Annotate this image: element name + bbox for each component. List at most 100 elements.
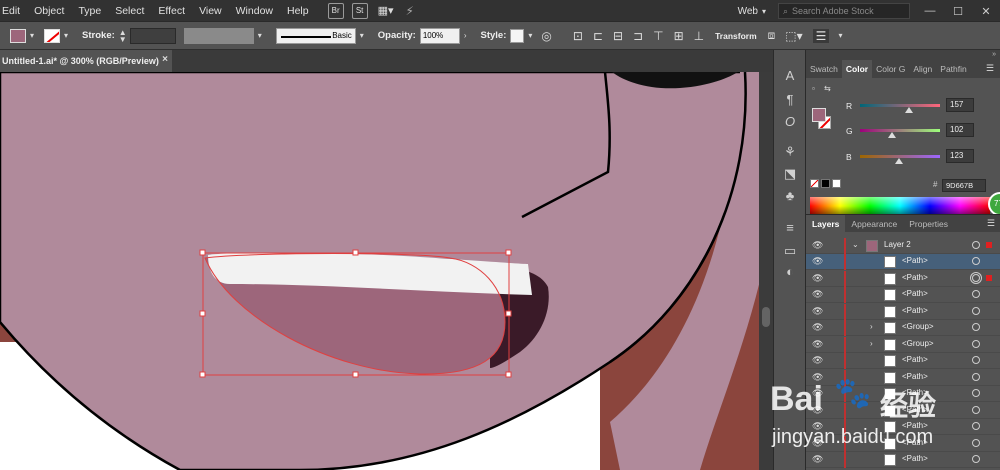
stroke-swatch[interactable] <box>44 28 61 43</box>
layer-name[interactable]: <Path> <box>902 306 928 315</box>
visibility-eye-icon[interactable]: 👁 <box>812 289 823 300</box>
layer-name[interactable]: <Path> <box>902 355 928 364</box>
visibility-eye-icon[interactable]: 👁 <box>812 388 823 399</box>
none-quick-swatch[interactable] <box>810 179 819 188</box>
visibility-eye-icon[interactable]: 👁 <box>812 454 823 465</box>
stock-button[interactable]: St <box>351 2 368 19</box>
color-panel-menu-icon[interactable]: ☰ <box>986 63 994 74</box>
black-quick-swatch[interactable] <box>821 179 830 188</box>
layer-name[interactable]: <Path> <box>902 421 928 430</box>
stroke-dropdown-icon[interactable]: ▾ <box>64 31 68 40</box>
target-circle-icon[interactable] <box>972 257 980 265</box>
expand-chevron-icon[interactable]: ⌄ <box>852 240 859 249</box>
close-document-icon[interactable]: × <box>162 54 168 65</box>
layer-row-path[interactable]: 👁 <Path> <box>806 287 1000 303</box>
bridge-button[interactable]: Br <box>327 2 344 19</box>
menu-select[interactable]: Select <box>108 0 151 22</box>
green-slider-thumb[interactable] <box>888 132 896 138</box>
maximize-button[interactable]: ☐ <box>944 5 972 18</box>
target-circle-icon[interactable] <box>972 290 980 298</box>
handle-middle-left[interactable] <box>199 310 206 317</box>
layer-name[interactable]: <Group> <box>902 322 934 331</box>
menu-type[interactable]: Type <box>71 0 108 22</box>
document-tab[interactable]: Untitled-1.ai* @ 300% (RGB/Preview) × <box>0 50 172 72</box>
align-top-icon[interactable]: ⊤ <box>653 29 663 43</box>
layer-row-path[interactable]: 👁 <Path> <box>806 254 1000 270</box>
character-panel-icon[interactable]: A <box>774 68 806 83</box>
gradient-panel-icon[interactable]: ▭ <box>774 243 806 259</box>
target-circle-icon[interactable] <box>972 438 980 447</box>
visibility-eye-icon[interactable]: 👁 <box>812 240 823 251</box>
target-circle-icon[interactable] <box>972 241 980 249</box>
expand-chevron-icon[interactable]: › <box>870 339 873 348</box>
handle-bottom-center[interactable] <box>352 371 359 378</box>
fill-dropdown-icon[interactable]: ▾ <box>30 31 34 40</box>
align-hcenter-icon[interactable]: ⊟ <box>613 29 623 43</box>
tab-swatches[interactable]: Swatch <box>806 60 842 78</box>
swap-colors-icon[interactable]: ⇆ <box>824 84 831 93</box>
green-value-field[interactable]: 102 <box>946 123 974 137</box>
opacity-chevron-icon[interactable]: › <box>464 31 467 40</box>
visibility-eye-icon[interactable]: 👁 <box>812 306 823 317</box>
layer-name[interactable]: <Group> <box>902 339 934 348</box>
transparency-panel-icon[interactable]: ◐ <box>774 264 806 279</box>
workspace-chevron-icon[interactable]: ▾ <box>762 7 766 16</box>
puppet-warp-icon[interactable]: ⚘ <box>774 144 806 160</box>
tab-color-guide[interactable]: Color G <box>872 60 909 78</box>
menu-help[interactable]: Help <box>280 0 316 22</box>
layer-row-path[interactable]: 👁 › <Group> <box>806 336 1000 353</box>
asset-export-icon[interactable]: ⬔ <box>774 166 806 182</box>
fill-swatch[interactable] <box>10 28 26 43</box>
handle-middle-right[interactable] <box>505 310 512 317</box>
target-circle-icon[interactable] <box>972 273 980 282</box>
scrollbar-thumb[interactable] <box>762 307 770 327</box>
color-spectrum[interactable] <box>810 197 990 215</box>
red-value-field[interactable]: 157 <box>946 98 974 112</box>
minimize-button[interactable]: — <box>916 5 944 17</box>
blue-slider-thumb[interactable] <box>894 158 903 164</box>
layer-row-path[interactable]: 👁 <Path> <box>806 435 1000 452</box>
layer-row-path[interactable]: 👁 <Path> <box>806 270 1000 287</box>
blue-value-field[interactable]: 123 <box>946 149 974 163</box>
brush-dropdown-icon[interactable]: ▾ <box>360 31 364 40</box>
align-left-icon[interactable]: ⊏ <box>593 29 603 43</box>
menu-effect[interactable]: Effect <box>151 0 192 22</box>
green-slider-track[interactable] <box>860 129 940 132</box>
variable-width-field[interactable] <box>183 27 254 44</box>
align-vcenter-icon[interactable]: ⊞ <box>674 29 684 43</box>
stroke-stepper-icon[interactable]: ▲ ▼ <box>119 28 127 43</box>
layers-panel-menu-icon[interactable]: ☰ <box>987 218 995 229</box>
target-circle-icon[interactable] <box>972 356 980 364</box>
layer-name[interactable]: <Path> <box>902 405 928 414</box>
transform-button[interactable]: Transform <box>715 31 757 41</box>
visibility-eye-icon[interactable]: 👁 <box>812 438 823 449</box>
target-circle-icon[interactable] <box>972 405 980 414</box>
tab-layers[interactable]: Layers <box>806 214 846 233</box>
style-dropdown-icon[interactable]: ▾ <box>528 31 532 40</box>
target-circle-icon[interactable] <box>972 323 980 331</box>
menu-view[interactable]: View <box>192 0 229 22</box>
visibility-eye-icon[interactable]: 👁 <box>812 322 823 333</box>
visibility-eye-icon[interactable]: 👁 <box>812 273 823 284</box>
stroke-panel-icon[interactable]: ≡ <box>774 220 806 235</box>
visibility-eye-icon[interactable]: 👁 <box>812 421 823 432</box>
stroke-weight-field[interactable] <box>129 27 176 44</box>
layer-row-path[interactable]: 👁 <Path> <box>806 386 1000 402</box>
menu-object[interactable]: Object <box>27 0 71 22</box>
close-window-button[interactable]: ✕ <box>972 5 1000 18</box>
handle-top-left[interactable] <box>199 249 206 256</box>
arrange-documents-icon[interactable]: ▦▾ <box>378 4 394 17</box>
layer-row-path[interactable]: 👁 <Path> <box>806 353 1000 369</box>
opacity-field[interactable]: 100% <box>419 27 460 44</box>
target-circle-icon[interactable] <box>972 372 980 381</box>
tab-properties[interactable]: Properties <box>903 215 954 233</box>
layer-name[interactable]: <Path> <box>902 273 928 282</box>
layer-row-layer2[interactable]: 👁 ⌄ Layer 2 <box>806 238 1000 254</box>
visibility-eye-icon[interactable]: 👁 <box>812 339 823 350</box>
handle-bottom-right[interactable] <box>505 371 512 378</box>
layer-name[interactable]: <Path> <box>902 388 928 397</box>
selection-indicator[interactable] <box>986 242 992 248</box>
gpu-performance-icon[interactable]: ⚡ <box>406 4 414 18</box>
layer-name[interactable]: <Path> <box>902 256 928 265</box>
target-circle-icon[interactable] <box>972 422 980 430</box>
